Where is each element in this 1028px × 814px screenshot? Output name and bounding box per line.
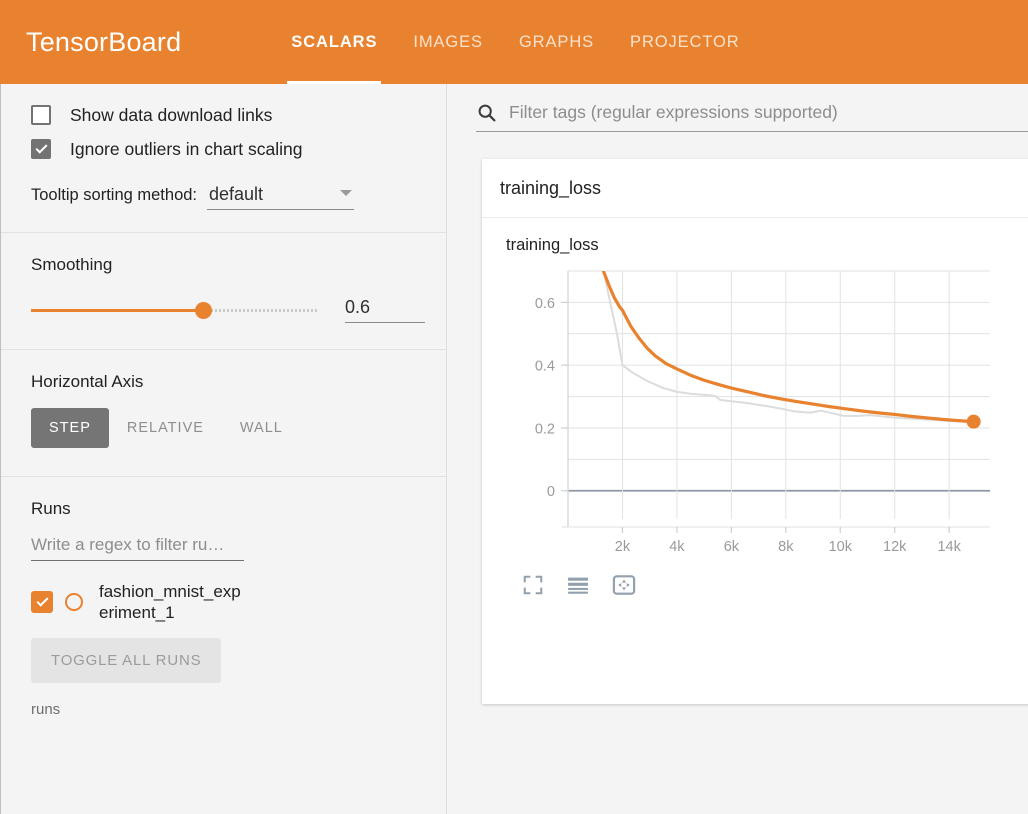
runs-title: Runs — [31, 499, 71, 518]
checkbox-box — [31, 105, 51, 125]
smoothing-section: Smoothing 0.6 — [1, 233, 446, 323]
horizontal-axis-section: Horizontal Axis STEP RELATIVE WALL — [1, 350, 446, 448]
tag-filter-placeholder: Filter tags (regular expressions support… — [509, 102, 838, 122]
runs-filter-input[interactable]: Write a regex to filter ru… — [31, 535, 244, 561]
runs-footer-label: runs — [31, 700, 61, 718]
app-header: TensorBoard SCALARS IMAGES GRAPHS PROJEC… — [0, 0, 1028, 84]
main-panel: Filter tags (regular expressions support… — [448, 84, 1028, 814]
svg-text:4k: 4k — [669, 539, 685, 555]
axis-button-relative[interactable]: RELATIVE — [109, 408, 222, 448]
reset-axes-icon[interactable] — [612, 574, 636, 596]
run-checkbox[interactable] — [31, 591, 53, 614]
smoothing-slider[interactable] — [31, 302, 318, 319]
axis-button-step[interactable]: STEP — [31, 408, 109, 448]
search-icon — [478, 104, 496, 122]
chart-toolbar — [482, 566, 1028, 596]
settings-sidebar: Show data download links Ignore outliers… — [0, 84, 447, 814]
horizontal-axis-buttons: STEP RELATIVE WALL — [31, 408, 446, 448]
tag-filter-input[interactable]: Filter tags (regular expressions support… — [476, 102, 1028, 132]
svg-text:10k: 10k — [829, 539, 853, 555]
tooltip-sorting-row: Tooltip sorting method: default — [31, 184, 446, 210]
slider-fill — [31, 309, 204, 312]
checkbox-ignore-outliers[interactable]: Ignore outliers in chart scaling — [31, 132, 446, 166]
tab-graphs-label: GRAPHS — [518, 32, 595, 51]
chart-title: training_loss — [506, 236, 599, 254]
training-loss-line-chart[interactable]: 0 0.2 0.4 0.6 2k 4k 6k 8k 10k 12k 14k — [490, 261, 1010, 561]
toggle-all-runs-button[interactable]: TOGGLE ALL RUNS — [31, 637, 222, 683]
smoothing-row: 0.6 — [31, 297, 446, 323]
axis-button-wall[interactable]: WALL — [222, 408, 301, 448]
horizontal-axis-title: Horizontal Axis — [31, 372, 144, 391]
svg-text:12k: 12k — [883, 539, 907, 555]
smoothing-title: Smoothing — [31, 255, 113, 274]
tab-scalars[interactable]: SCALARS — [273, 0, 395, 84]
svg-text:6k: 6k — [724, 539, 740, 555]
svg-text:0.2: 0.2 — [535, 421, 555, 437]
slider-knob[interactable] — [195, 302, 213, 319]
checkbox-label: Show data download links — [70, 104, 273, 125]
tab-images-label: IMAGES — [413, 32, 483, 51]
chevron-down-icon — [340, 190, 353, 196]
checkbox-box — [31, 139, 51, 159]
nav-tabs: SCALARS IMAGES GRAPHS PROJECTOR — [273, 0, 757, 84]
tab-projector[interactable]: PROJECTOR — [612, 0, 758, 84]
svg-text:8k: 8k — [778, 539, 794, 555]
tooltip-sorting-select[interactable]: default — [207, 184, 355, 210]
checkbox-label: Ignore outliers in chart scaling — [70, 138, 303, 159]
display-options-section: Show data download links Ignore outliers… — [1, 84, 446, 210]
tab-projector-label: PROJECTOR — [630, 32, 740, 51]
card-group-title: training_loss — [500, 178, 602, 198]
checkbox-show-data-download-links[interactable]: Show data download links — [31, 98, 446, 132]
run-name: fashion_mnist_experiment_1 — [99, 582, 241, 623]
scalar-card: training_loss training_loss 0 0.2 0.4 0.6 2k… — [482, 159, 1028, 704]
tooltip-sorting-value: default — [209, 184, 264, 204]
tab-images[interactable]: IMAGES — [395, 0, 501, 84]
run-item-fashion-mnist-experiment-1[interactable]: fashion_mnist_experiment_1 — [31, 581, 446, 624]
svg-text:14k: 14k — [937, 539, 961, 555]
svg-text:0.6: 0.6 — [535, 296, 555, 312]
toggle-chart-lines-icon[interactable] — [566, 574, 590, 596]
svg-text:2k: 2k — [615, 539, 631, 555]
runs-section: Runs Write a regex to filter ru… fashion… — [1, 477, 446, 718]
svg-text:0.4: 0.4 — [535, 359, 555, 375]
run-color-indicator-icon — [65, 593, 83, 612]
smoothing-value-input[interactable]: 0.6 — [345, 297, 425, 323]
slider-track-remaining — [203, 309, 318, 312]
tooltip-sorting-label: Tooltip sorting method: — [31, 186, 198, 204]
tab-scalars-label: SCALARS — [291, 32, 378, 51]
app-brand: TensorBoard — [26, 26, 182, 57]
chart-area[interactable]: 0 0.2 0.4 0.6 2k 4k 6k 8k 10k 12k 14k — [490, 261, 1028, 566]
tab-graphs[interactable]: GRAPHS — [501, 0, 612, 84]
svg-text:0: 0 — [547, 484, 555, 500]
expand-icon[interactable] — [522, 574, 544, 596]
